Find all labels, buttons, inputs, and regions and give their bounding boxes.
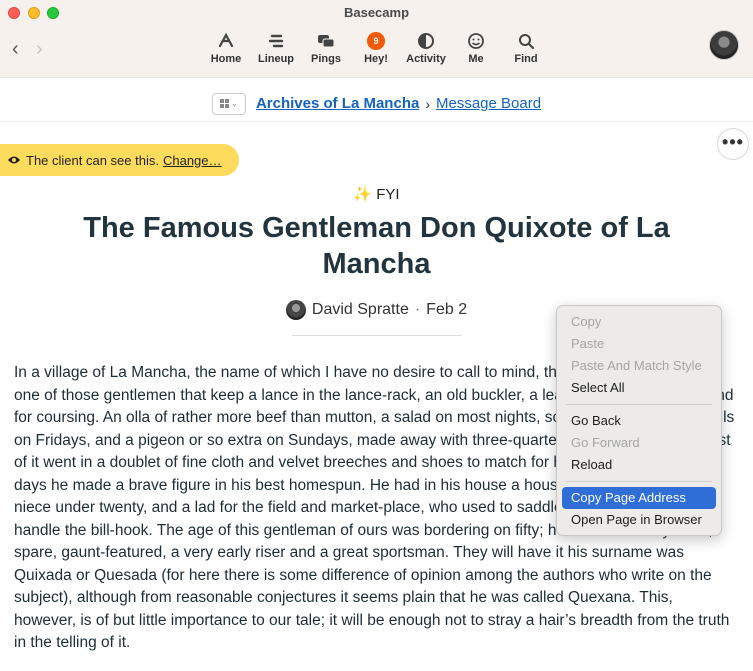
menu-separator — [566, 404, 712, 405]
client-change-link[interactable]: Change… — [163, 153, 222, 168]
more-options-button[interactable]: ••• — [717, 128, 749, 160]
menu-item-go-back[interactable]: Go Back — [562, 410, 716, 432]
author-avatar[interactable] — [285, 300, 306, 320]
client-notice-text: The client can see this. — [26, 152, 159, 168]
breadcrumb: ⌄ Archives of La Mancha › Message Board — [0, 90, 753, 115]
menu-item-open-page-in-browser[interactable]: Open Page in Browser — [562, 509, 716, 531]
forward-arrow-icon[interactable]: › — [36, 38, 43, 61]
back-arrow-icon[interactable]: ‹ — [12, 38, 19, 61]
user-avatar[interactable] — [709, 30, 739, 60]
project-switcher-button[interactable]: ⌄ — [211, 92, 246, 115]
message-title: The Famous Gentleman Don Quixote of La M… — [83, 212, 670, 280]
breadcrumb-project-link[interactable]: Archives of La Mancha — [256, 95, 419, 112]
message-date: Feb 2 — [426, 301, 468, 318]
menu-separator — [566, 481, 712, 482]
breadcrumb-separator: › — [425, 95, 430, 112]
nav-activity-label: Activity — [406, 53, 446, 65]
menu-item-copy-page-address[interactable]: Copy Page Address — [562, 487, 716, 509]
nav-find[interactable]: Find — [498, 32, 554, 65]
byline-separator: · — [414, 301, 421, 318]
window-titlebar: Basecamp — [0, 0, 753, 26]
nav-me[interactable]: Me — [448, 32, 504, 65]
pings-icon — [318, 35, 335, 48]
activity-icon — [418, 33, 434, 49]
nav-me-label: Me — [468, 53, 484, 65]
menu-item-select-all[interactable]: Select All — [562, 377, 716, 399]
grid-icon — [219, 99, 229, 108]
nav-hey-label: Hey! — [364, 53, 388, 65]
nav-lineup[interactable]: Lineup — [248, 32, 304, 65]
nav-lineup-label: Lineup — [257, 53, 295, 65]
menu-item-copy[interactable]: Copy — [562, 311, 716, 333]
author-name: David Spratte — [311, 301, 409, 318]
nav-pings[interactable]: Pings — [298, 32, 354, 65]
menu-item-paste-and-match-style[interactable]: Paste And Match Style — [562, 355, 716, 377]
nav-activity[interactable]: Activity — [398, 32, 454, 65]
top-navbar: ‹ › Home Lineup Pings 9 Hey! Activity Me… — [0, 26, 753, 78]
nav-home[interactable]: Home — [198, 32, 254, 65]
client-visibility-notice: The client can see this. Change… — [0, 144, 239, 176]
message-category: ✨ FYI — [353, 186, 400, 203]
nav-home-label: Home — [210, 53, 242, 65]
window-title: Basecamp — [343, 5, 410, 20]
header-divider — [0, 121, 753, 122]
menu-item-paste[interactable]: Paste — [562, 333, 716, 355]
nav-hey[interactable]: 9 Hey! — [348, 32, 404, 65]
breadcrumb-board-link[interactable]: Message Board — [436, 95, 541, 112]
search-icon — [519, 34, 535, 50]
nav-find-label: Find — [514, 53, 538, 65]
byline-divider — [292, 335, 462, 336]
chevron-down-icon: ⌄ — [230, 98, 239, 108]
lineup-icon — [268, 34, 284, 48]
menu-item-reload[interactable]: Reload — [562, 454, 716, 476]
hey-badge: 9 — [367, 32, 385, 50]
eye-icon — [8, 156, 20, 164]
nav-pings-label: Pings — [311, 53, 341, 65]
home-icon — [218, 32, 234, 48]
menu-item-go-forward[interactable]: Go Forward — [562, 432, 716, 454]
me-icon — [468, 33, 484, 49]
context-menu: Copy Paste Paste And Match Style Select … — [556, 305, 722, 536]
